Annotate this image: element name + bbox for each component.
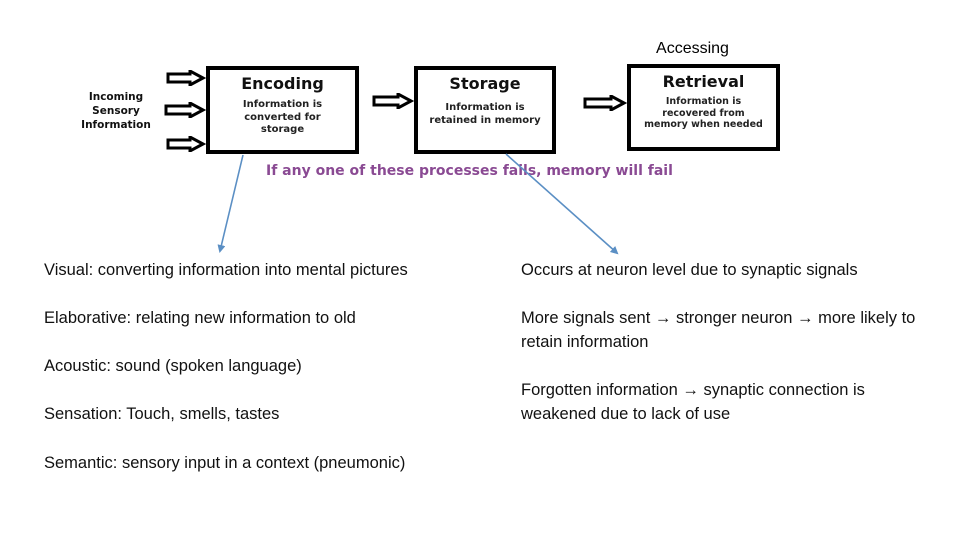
failure-warning: If any one of these processes fails, mem… [266,163,673,179]
storage-to-retrieval-arrow-icon [583,95,627,111]
incoming-sensory-label: Incoming Sensory Information [70,90,162,132]
stage-description: Information is recovered from memory whe… [631,96,776,131]
list-item: More signals sent → stronger neuron → mo… [521,309,916,351]
stage-title: Storage [449,74,521,93]
input-arrow-icon [166,136,206,152]
list-item: Elaborative: relating new information to… [44,309,356,327]
description-line: converted for [244,111,321,123]
input-label-line: Sensory [92,105,140,117]
list-item: Visual: converting information into ment… [44,261,408,279]
encoding-to-storage-arrow-icon [372,93,414,109]
stage-description: Information is converted for storage [210,99,355,137]
retrieval-box: Retrieval Information is recovered from … [627,64,780,151]
description-line: Information is [665,96,742,107]
description-line: Information is [242,99,323,110]
input-arrow-icon [164,102,206,118]
list-item: Occurs at neuron level due to synaptic s… [521,261,858,279]
stage-title: Encoding [241,74,324,93]
accessing-caption: Accessing [656,40,729,57]
description-line: retained in memory [429,114,541,126]
list-item: Forgotten information → synaptic connect… [521,381,865,423]
list-item: Semantic: sensory input in a context (pn… [44,454,406,472]
description-line: memory when needed [644,119,763,130]
list-item: Acoustic: sound (spoken language) [44,357,302,375]
stage-title: Retrieval [662,72,745,91]
storage-box: Storage Information is retained in memor… [414,66,556,154]
input-label-line: Information [81,119,151,131]
input-label-line: Incoming [88,91,144,103]
description-line: Information is [445,102,525,113]
encoding-box: Encoding Information is converted for st… [206,66,359,154]
description-line: storage [260,124,305,135]
description-line: recovered from [662,107,745,119]
list-item: Sensation: Touch, smells, tastes [44,405,280,423]
stage-description: Information is retained in memory [418,102,552,127]
encoding-connector-arrow-icon [217,154,244,253]
input-arrow-icon [166,70,206,86]
